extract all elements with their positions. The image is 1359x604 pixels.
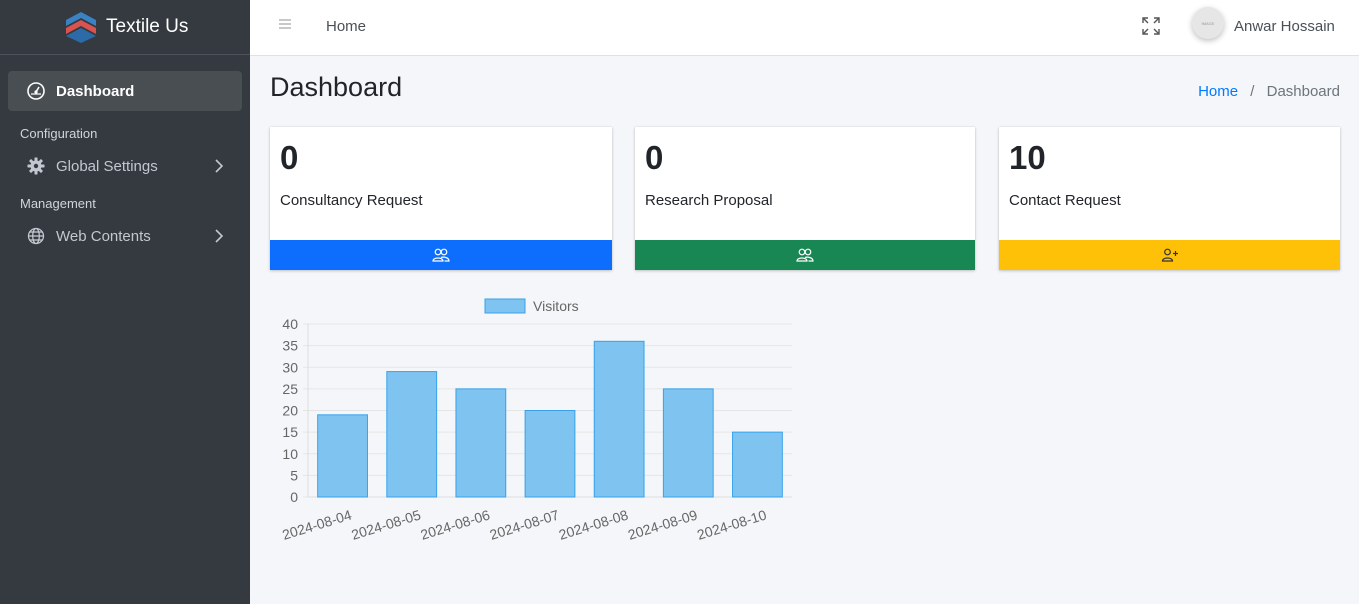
brand-name: Textile Us: [106, 16, 189, 37]
sidebar-item-label: Dashboard: [56, 82, 135, 100]
research-proposal-card: 0 Research Proposal: [635, 127, 975, 270]
consultancy-request-card: 0 Consultancy Request: [270, 127, 612, 270]
x-tick-label: 2024-08-05: [349, 507, 422, 543]
y-tick-label: 40: [282, 316, 298, 332]
avatar[interactable]: IMAGE: [1192, 7, 1224, 39]
bar: [593, 340, 645, 498]
card-footer-link[interactable]: [270, 240, 612, 270]
y-tick-label: 5: [290, 467, 298, 483]
globe-icon: [26, 226, 46, 246]
bar: [317, 414, 368, 498]
top-navbar: Home IMAGE Anwar Hossain: [250, 0, 1359, 56]
gauge-icon: [26, 81, 46, 101]
bar: [386, 371, 438, 498]
x-tick-label: 2024-08-08: [557, 507, 630, 543]
card-label: Research Proposal: [645, 192, 773, 209]
y-tick-label: 20: [282, 403, 298, 419]
visitors-bar-chart: 05101520253035402024-08-042024-08-052024…: [280, 298, 792, 543]
nav-header-management: Management: [20, 195, 96, 211]
sidebar-item-label: Global Settings: [56, 157, 158, 175]
sidebar-item-label: Web Contents: [56, 227, 151, 245]
card-count: 10: [1009, 139, 1046, 176]
brand[interactable]: Textile Us: [0, 0, 250, 55]
y-tick-label: 10: [282, 446, 298, 462]
y-tick-label: 15: [282, 424, 298, 440]
bar: [732, 431, 783, 498]
user-name[interactable]: Anwar Hossain: [1234, 18, 1335, 35]
bar: [524, 410, 576, 498]
breadcrumb-current: Dashboard: [1266, 83, 1340, 100]
card-footer-link[interactable]: [635, 240, 975, 270]
user-plus-icon: [1161, 248, 1178, 262]
y-tick-label: 30: [282, 359, 298, 375]
legend-swatch: [484, 298, 526, 314]
chevron-right-icon: [215, 159, 224, 173]
y-tick-label: 35: [282, 338, 298, 354]
gear-icon: [26, 156, 46, 176]
sidebar: Textile Us Dashboard Configuration Globa…: [0, 0, 250, 604]
users-icon: [796, 248, 814, 262]
bar: [455, 388, 507, 498]
page-title: Dashboard: [270, 72, 403, 102]
legend-label: Visitors: [533, 298, 579, 314]
breadcrumb: Home / Dashboard: [1198, 83, 1340, 100]
y-tick-label: 25: [282, 381, 298, 397]
contact-request-card: 10 Contact Request: [999, 127, 1340, 270]
menu-toggle-icon[interactable]: [278, 17, 292, 35]
sidebar-item-dashboard[interactable]: Dashboard: [8, 71, 242, 111]
avatar-text: IMAGE: [1201, 20, 1215, 26]
x-tick-label: 2024-08-09: [626, 507, 699, 543]
chevron-right-icon: [215, 229, 224, 243]
nav-header-configuration: Configuration: [20, 125, 98, 141]
bar: [662, 388, 714, 498]
card-count: 0: [280, 139, 299, 176]
y-tick-label: 0: [290, 489, 298, 505]
card-count: 0: [645, 139, 664, 176]
x-tick-label: 2024-08-10: [695, 507, 768, 543]
fullscreen-icon[interactable]: [1142, 17, 1160, 40]
x-tick-label: 2024-08-06: [419, 507, 492, 543]
sidebar-item-global-settings[interactable]: Global Settings: [8, 147, 242, 185]
users-icon: [432, 248, 450, 262]
card-footer-link[interactable]: [999, 240, 1340, 270]
x-tick-label: 2024-08-07: [488, 507, 561, 543]
top-home-link[interactable]: Home: [326, 18, 366, 35]
breadcrumb-home-link[interactable]: Home: [1198, 83, 1238, 100]
card-label: Contact Request: [1009, 192, 1121, 209]
breadcrumb-separator: /: [1250, 83, 1255, 100]
sidebar-item-web-contents[interactable]: Web Contents: [8, 217, 242, 255]
x-tick-label: 2024-08-04: [280, 507, 353, 543]
card-label: Consultancy Request: [280, 192, 423, 209]
brand-logo-icon: [66, 12, 96, 43]
